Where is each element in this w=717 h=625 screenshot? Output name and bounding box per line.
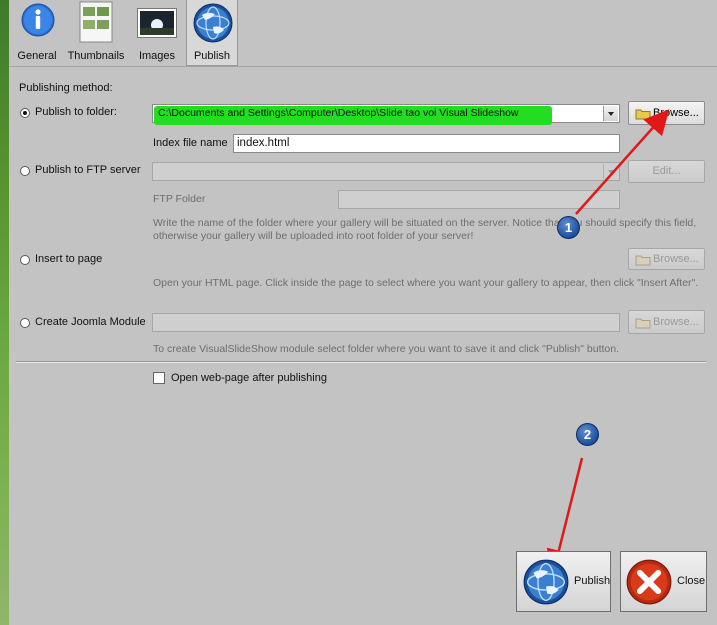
arrow-to-browse <box>575 109 670 215</box>
close-button-label: Close <box>677 575 706 587</box>
close-button[interactable]: Close <box>620 551 707 612</box>
close-icon <box>626 559 672 605</box>
publish-button-label: Publish <box>574 575 611 587</box>
annotation-arrows <box>546 109 670 575</box>
publish-button[interactable]: Publish <box>516 551 611 612</box>
globe-icon <box>523 559 569 605</box>
annotation-badge-2: 2 <box>576 423 599 446</box>
annotation-badge-1: 1 <box>557 216 580 239</box>
